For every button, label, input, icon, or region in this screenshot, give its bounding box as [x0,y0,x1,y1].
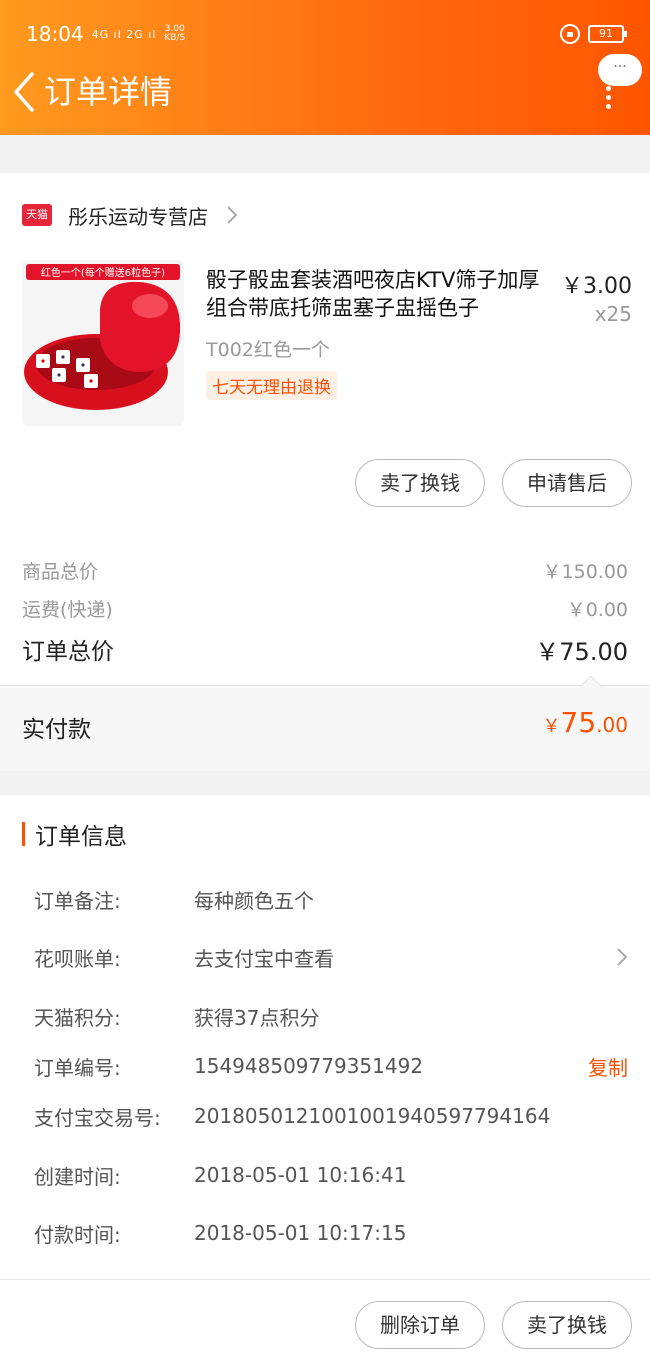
back-arrow-icon[interactable] [10,70,40,114]
info-row-paid-time: 付款时间: 2018-05-01 10:17:15 [34,1216,628,1250]
lock-icon [560,24,580,44]
chevron-right-icon [227,206,238,224]
order-total-label: 订单总价 [22,639,114,665]
bottom-sell-for-cash-button[interactable]: 卖了换钱 [502,1301,632,1349]
copy-button[interactable]: 复制 [588,1052,628,1081]
more-vertical-icon[interactable] [606,86,612,109]
info-label: 花呗账单: [34,946,121,971]
paid-currency: ￥ [542,716,561,737]
info-label: 创建时间: [34,1164,121,1189]
shipping-row: 运费(快递) ￥0.00 [22,593,628,623]
order-total-value: ￥75.00 [535,637,628,666]
info-label: 订单编号: [34,1055,121,1080]
accent-bar [22,822,25,846]
chevron-right-icon [617,948,628,966]
network-speed: 3.00 KB/S [164,25,185,43]
info-label: 支付宝交易号: [34,1105,161,1130]
shipping-value: ￥0.00 [566,598,628,621]
product-price: ￥3.00 [561,274,632,299]
dice-cup-image: 红色一个(每个赠送6粒色子) [24,264,181,410]
paid-integer: 75 [560,706,597,739]
delete-order-button[interactable]: 删除订单 [355,1301,485,1349]
page-title: 订单详情 [44,73,173,111]
tmall-icon: 天猫 [22,204,52,226]
shipping-label: 运费(快递) [22,598,113,621]
paid-label: 实付款 [22,717,91,743]
info-label: 订单备注: [34,888,121,913]
info-value: 2018-05-01 10:16:41 [194,1163,407,1187]
paid-decimal: .00 [596,713,628,737]
goods-total-value: ￥150.00 [542,560,628,583]
order-total-row: 订单总价 ￥75.00 [22,632,628,666]
shop-header[interactable]: 天猫 彤乐运动专营店 [22,200,238,230]
apply-aftersale-button[interactable]: 申请售后 [502,459,632,507]
sell-for-cash-button[interactable]: 卖了换钱 [355,459,485,507]
order-info-card [0,795,650,1279]
info-row-points: 天猫积分: 获得37点积分 [34,999,628,1033]
info-value: 每种颜色五个 [194,888,314,913]
info-value[interactable]: 去支付宝中查看 [194,943,334,972]
order-info-heading: 订单信息 [35,824,127,850]
info-row-alipay-trade: 支付宝交易号: 2018050121001001940597794164 [34,1099,628,1133]
info-label: 天猫积分: [34,1005,121,1030]
paid-amount-strip: 实付款 ￥75.00 [0,676,650,771]
paid-value: ￥75.00 [543,706,628,739]
info-value: 154948509779351492 [194,1054,424,1078]
order-info-title: 订单信息 [22,818,127,850]
pointer-caret-icon [580,676,602,687]
return-policy-badge: 七天无理由退换 [206,371,337,400]
status-bar: 18:04 4G ıl 2G ıl 3.00 KB/S 91 [26,18,627,50]
product-spec: T002红色一个 [206,339,330,361]
status-time: 18:04 [26,22,84,46]
product-image-caption: 红色一个(每个赠送6粒色子) [41,266,165,279]
info-value: 2018-05-01 10:17:15 [194,1221,407,1245]
status-right: 91 [560,24,627,44]
network-speed-unit: KB/S [164,33,186,43]
info-value: 获得37点积分 [194,1005,320,1030]
info-label: 付款时间: [34,1222,121,1247]
goods-total-label: 商品总价 [22,560,99,583]
shop-name[interactable]: 彤乐运动专营店 [68,201,208,230]
info-row-order-number: 订单编号: 154948509779351492 复制 [34,1049,628,1083]
bottom-divider [0,1279,650,1280]
signal-icon: 4G ıl 2G ıl [91,27,157,41]
product-quantity: x25 [594,302,632,326]
more-menu-bubble[interactable]: ··· [598,54,642,86]
app-header: 18:04 4G ıl 2G ıl 3.00 KB/S 91 订单详情 ··· [0,0,650,135]
info-value: 2018050121001001940597794164 [194,1104,551,1128]
battery-icon: 91 [588,25,627,43]
product-image[interactable]: 红色一个(每个赠送6粒色子) [22,260,184,426]
info-row-created: 创建时间: 2018-05-01 10:16:41 [34,1158,628,1192]
goods-total-row: 商品总价 ￥150.00 [22,555,628,585]
product-title[interactable]: 骰子骰盅套装酒吧夜店KTV筛子加厚组合带底托筛盅塞子盅摇色子 [206,266,551,322]
info-row-huabei[interactable]: 花呗账单: 去支付宝中查看 [34,940,628,974]
info-row-remark: 订单备注: 每种颜色五个 [34,882,628,916]
